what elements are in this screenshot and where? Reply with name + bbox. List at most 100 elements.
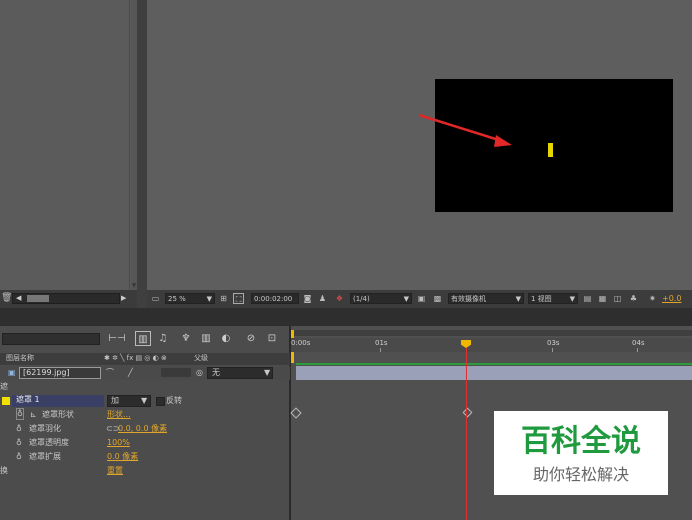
layer-name-column-header[interactable]: 图层名称	[6, 352, 34, 364]
left-edge-label: 遮	[0, 382, 8, 391]
resolution-value: (1/4)	[353, 295, 370, 303]
views-value: 1 视图	[531, 295, 552, 303]
scroll-right-icon[interactable]: ▶	[121, 293, 126, 304]
chevron-down-icon: ▼	[141, 396, 148, 405]
toggle-pixel-aspect-icon[interactable]: ▤	[582, 293, 593, 304]
zoom-dropdown[interactable]: 25 % ▼	[165, 293, 215, 304]
stopwatch-icon[interactable]: ♁	[16, 450, 22, 464]
scroll-left-icon[interactable]: ◀	[16, 294, 21, 303]
property-value[interactable]: 100%	[107, 436, 130, 450]
camera-dropdown[interactable]: 有效摄像机 ▼	[448, 293, 524, 304]
mask-mode-dropdown[interactable]: 加 ▼	[107, 395, 151, 407]
mask-color-swatch[interactable]	[2, 397, 10, 405]
layer-duration-bar[interactable]	[296, 366, 692, 380]
resolution-dropdown[interactable]: (1/4) ▼	[350, 293, 412, 304]
mask-feather-row[interactable]: ♁ 遮罩羽化 ⊂⊃ 0.0, 0.0 像素	[0, 422, 290, 436]
mask-expansion-row[interactable]: ♁ 遮罩扩展 0.0 像素	[0, 450, 290, 464]
views-dropdown[interactable]: 1 视图 ▼	[528, 293, 578, 304]
render-preview-icon[interactable]: ▦	[597, 293, 608, 304]
scroll-thumb[interactable]	[27, 295, 49, 302]
layer-duration-top-line	[296, 363, 692, 365]
project-scroll-track[interactable]: ◀	[12, 293, 120, 304]
shy-switch-icon[interactable]: ⌒	[106, 366, 114, 380]
property-label: 遮罩形状	[42, 410, 74, 419]
reset-link[interactable]: 重置	[107, 464, 123, 478]
layer-name: [62199.jpg]	[23, 368, 70, 377]
playhead-line[interactable]	[466, 347, 467, 520]
stopwatch-icon[interactable]: ♁	[16, 436, 22, 450]
mask-opacity-row[interactable]: ♁ 遮罩透明度 100%	[0, 436, 290, 450]
exposure-icon[interactable]: ✷	[647, 293, 658, 304]
motion-blur-icon[interactable]: ◐	[218, 331, 234, 346]
red-arrow-annotation	[418, 113, 512, 147]
switches-column-icons[interactable]: ✱ ✲ ╲ fx ▤ ◎ ◐ ⊗	[104, 352, 167, 364]
project-column-divider	[129, 0, 130, 290]
draft-3d-icon[interactable]: ♫	[155, 331, 171, 346]
mask-shape-preview	[548, 143, 553, 157]
parent-column-header[interactable]: 父级	[194, 352, 208, 364]
transparency-grid-icon[interactable]: ▩	[432, 293, 443, 304]
comp-mini-flowchart-icon[interactable]: ⊢⊣	[108, 331, 126, 346]
ruler-tick	[552, 348, 553, 352]
ruler-label: 01s	[375, 339, 388, 347]
layer-name-field[interactable]: [62199.jpg]	[19, 367, 101, 379]
hide-shy-layers-icon[interactable]: ♆	[178, 331, 194, 346]
project-panel	[0, 0, 137, 308]
title-safe-icon[interactable]: ⊞	[218, 293, 229, 304]
watermark-subtitle: 助你轻松解决	[532, 465, 629, 484]
chevron-down-icon: ▼	[264, 368, 271, 377]
property-value[interactable]: 0.0, 0.0 像素	[118, 422, 167, 436]
parent-pick-whip-icon[interactable]: ◎	[196, 366, 203, 380]
work-area-bar[interactable]	[291, 330, 692, 336]
ruler-tick	[380, 348, 381, 352]
parent-dropdown[interactable]: 无 ▼	[207, 367, 273, 379]
property-value[interactable]: 0.0 像素	[107, 450, 138, 464]
ruler-label: 04s	[632, 339, 645, 347]
timeline-column-header: 图层名称 ✱ ✲ ╲ fx ▤ ◎ ◐ ⊗ 父级	[0, 353, 290, 365]
panel-gutter	[137, 0, 147, 308]
property-label: 遮罩透明度	[29, 438, 69, 447]
graph-editor-icon[interactable]: ⊡	[263, 331, 281, 346]
trash-icon[interactable]: 🗑	[1, 293, 12, 303]
camera-value: 有效摄像机	[451, 295, 486, 303]
show-snapshot-icon[interactable]: ♟	[317, 293, 328, 304]
ellipsis-icon: ⊾	[30, 410, 37, 419]
ruler-label: 0:00s	[291, 339, 311, 347]
layer-switches[interactable]	[161, 368, 191, 377]
mask-name: 遮罩 1	[16, 395, 40, 404]
watermark: 百科全说 助你轻松解决	[494, 411, 668, 495]
always-preview-icon[interactable]: ▭	[150, 293, 161, 304]
watermark-title: 百科全说	[521, 424, 641, 459]
stopwatch-icon[interactable]: ♁	[16, 422, 22, 436]
layer-row[interactable]: ▣ [62199.jpg] ⌒ ╱ ◎ 无 ▼	[0, 366, 290, 380]
image-layer-icon: ▣	[8, 368, 16, 377]
left-edge-label: 换	[0, 466, 8, 475]
quality-switch-icon[interactable]: ╱	[128, 366, 133, 380]
zoom-value: 25 %	[168, 295, 186, 303]
ruler-label: 03s	[547, 339, 560, 347]
region-of-interest-icon[interactable]: ⛶	[233, 293, 244, 304]
brainstorm-icon[interactable]: ⊘	[242, 331, 260, 346]
frame-blending-icon[interactable]: ▥	[198, 331, 214, 346]
parent-value: 无	[212, 368, 220, 377]
channel-icon[interactable]: ❖	[334, 293, 345, 304]
mask-name-field[interactable]: 遮罩 1	[12, 395, 104, 407]
live-update-icon[interactable]: ▥	[135, 331, 151, 346]
invert-checkbox[interactable]	[156, 397, 165, 406]
timeline-toggle-icon[interactable]: ◫	[612, 293, 623, 304]
mask-shape-row[interactable]: ♁ ⊾ 遮罩形状 形状...	[0, 408, 290, 422]
timeline-search-input[interactable]	[2, 333, 100, 345]
panel-separator	[0, 308, 692, 326]
snapshot-icon[interactable]: ◙	[302, 293, 313, 304]
project-bottom-bar: 🗑 ◀ ▶	[0, 290, 137, 308]
invert-label: 反转	[166, 396, 182, 405]
mask-mode-value: 加	[111, 396, 119, 405]
exposure-value[interactable]: +0.0	[662, 293, 681, 304]
fast-previews-icon[interactable]: ▣	[416, 293, 427, 304]
mask-row[interactable]: 遮罩 1 加 ▼ 反转	[0, 394, 290, 408]
stopwatch-icon[interactable]: ♁	[16, 408, 24, 420]
property-value[interactable]: 形状...	[107, 408, 131, 422]
transform-row[interactable]: 换 重置	[0, 464, 290, 478]
timecode-field[interactable]: 0:00:02:00	[251, 293, 299, 304]
flowchart-icon[interactable]: ♣	[628, 293, 639, 304]
